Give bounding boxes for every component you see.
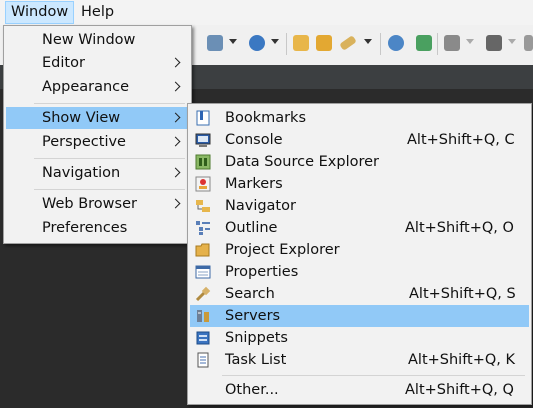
menu-window[interactable]: Window: [5, 1, 75, 24]
chevron-right-icon: [170, 167, 181, 178]
menu-item-bookmarks[interactable]: Bookmarks: [190, 107, 529, 129]
menu-item-label: Servers: [225, 308, 281, 324]
dropdown-arrow-icon[interactable]: [508, 39, 516, 44]
data-source-explorer-icon: [195, 154, 211, 170]
menu-item-search[interactable]: Search Alt+Shift+Q, S: [190, 283, 529, 305]
menu-item-servers[interactable]: Servers: [190, 305, 529, 327]
menu-item-label: Snippets: [225, 330, 288, 346]
menu-separator: [34, 189, 185, 190]
chevron-right-icon: [170, 57, 181, 68]
menu-item-other[interactable]: Other... Alt+Shift+Q, Q: [190, 379, 529, 401]
menu-item-appearance[interactable]: Appearance: [6, 76, 189, 98]
menu-item-new-window[interactable]: New Window: [6, 29, 189, 51]
menu-item-web-browser[interactable]: Web Browser: [6, 193, 189, 215]
menu-item-data-source-explorer[interactable]: Data Source Explorer: [190, 151, 529, 173]
menu-separator: [34, 158, 185, 159]
chevron-right-icon: [170, 112, 181, 123]
menu-item-label: Web Browser: [42, 196, 137, 212]
open-folder-icon[interactable]: [293, 35, 309, 51]
menu-item-label: Bookmarks: [225, 110, 307, 126]
menu-item-shortcut: Alt+Shift+Q, Q: [405, 382, 514, 398]
window-menu: New Window Editor Appearance Show View P…: [3, 25, 192, 244]
menu-item-preferences[interactable]: Preferences: [6, 217, 189, 239]
menu-item-shortcut: Alt+Shift+Q, C: [407, 132, 515, 148]
menu-item-label: Properties: [225, 264, 299, 280]
previous-annotation-icon[interactable]: [486, 35, 502, 51]
toolbar-separator: [286, 33, 287, 55]
task-list-icon: [197, 352, 209, 368]
pencil-icon[interactable]: [339, 35, 357, 51]
snippets-icon: [196, 331, 210, 345]
menu-item-label: Appearance: [42, 79, 130, 95]
chevron-right-icon: [170, 198, 181, 209]
menu-item-show-view[interactable]: Show View: [6, 107, 189, 129]
menu-item-label: Show View: [42, 110, 121, 126]
toolbar-separator: [380, 33, 381, 55]
menu-item-label: Other...: [225, 382, 279, 398]
menu-item-label: Markers: [225, 176, 283, 192]
menu-item-label: Perspective: [42, 134, 126, 150]
menu-item-label: Task List: [225, 352, 287, 368]
menu-item-properties[interactable]: Properties: [190, 261, 529, 283]
menu-item-label: Navigation: [42, 165, 121, 181]
globe-icon[interactable]: [388, 35, 404, 51]
servers-icon: [197, 310, 209, 322]
menu-item-navigator[interactable]: Navigator: [190, 195, 529, 217]
menu-item-console[interactable]: Console Alt+Shift+Q, C: [190, 129, 529, 151]
run-icon[interactable]: [416, 35, 432, 51]
menu-item-label: Editor: [42, 55, 85, 71]
menu-item-shortcut: Alt+Shift+Q, K: [408, 352, 516, 368]
project-explorer-icon: [195, 243, 210, 257]
open-project-icon[interactable]: [316, 35, 332, 51]
menu-bar: Window Help: [0, 0, 533, 25]
dropdown-arrow-icon[interactable]: [229, 39, 237, 44]
show-view-submenu: Bookmarks Console Alt+Shift+Q, C Data So…: [187, 103, 532, 405]
menu-item-label: Console: [225, 132, 283, 148]
menu-item-label: New Window: [42, 32, 136, 48]
menu-separator: [34, 103, 185, 104]
bookmarks-icon: [196, 110, 210, 126]
menu-item-label: Search: [225, 286, 275, 302]
menu-item-markers[interactable]: Markers: [190, 173, 529, 195]
menu-item-task-list[interactable]: Task List Alt+Shift+Q, K: [190, 349, 529, 371]
properties-icon: [195, 265, 211, 279]
menu-item-editor[interactable]: Editor: [6, 52, 189, 74]
menu-item-label: Preferences: [42, 220, 128, 236]
dropdown-arrow-icon[interactable]: [271, 39, 279, 44]
menu-item-project-explorer[interactable]: Project Explorer: [190, 239, 529, 261]
menu-item-shortcut: Alt+Shift+Q, O: [405, 220, 514, 236]
new-wizard-icon[interactable]: [207, 35, 223, 51]
dropdown-arrow-icon[interactable]: [466, 39, 474, 44]
new-server-icon[interactable]: [249, 35, 265, 51]
chevron-right-icon: [170, 81, 181, 92]
markers-icon: [195, 176, 211, 192]
menu-item-label: Project Explorer: [225, 242, 340, 258]
menu-help[interactable]: Help: [76, 2, 119, 23]
toolbar-overflow-icon[interactable]: [524, 35, 533, 51]
dropdown-arrow-icon[interactable]: [364, 39, 372, 44]
menu-item-shortcut: Alt+Shift+Q, S: [409, 286, 516, 302]
outline-icon: [196, 221, 210, 235]
menu-item-perspective[interactable]: Perspective: [6, 131, 189, 153]
search-icon: [195, 286, 211, 302]
navigator-icon: [196, 200, 210, 212]
menu-item-snippets[interactable]: Snippets: [190, 327, 529, 349]
menu-item-label: Outline: [225, 220, 278, 236]
menu-item-outline[interactable]: Outline Alt+Shift+Q, O: [190, 217, 529, 239]
toolbar-separator: [437, 33, 438, 55]
next-annotation-icon[interactable]: [444, 35, 460, 51]
chevron-right-icon: [170, 136, 181, 147]
menu-separator: [222, 375, 525, 376]
menu-item-label: Data Source Explorer: [225, 154, 380, 170]
menu-item-label: Navigator: [225, 198, 296, 214]
console-icon: [195, 133, 211, 147]
menu-item-navigation[interactable]: Navigation: [6, 162, 189, 184]
